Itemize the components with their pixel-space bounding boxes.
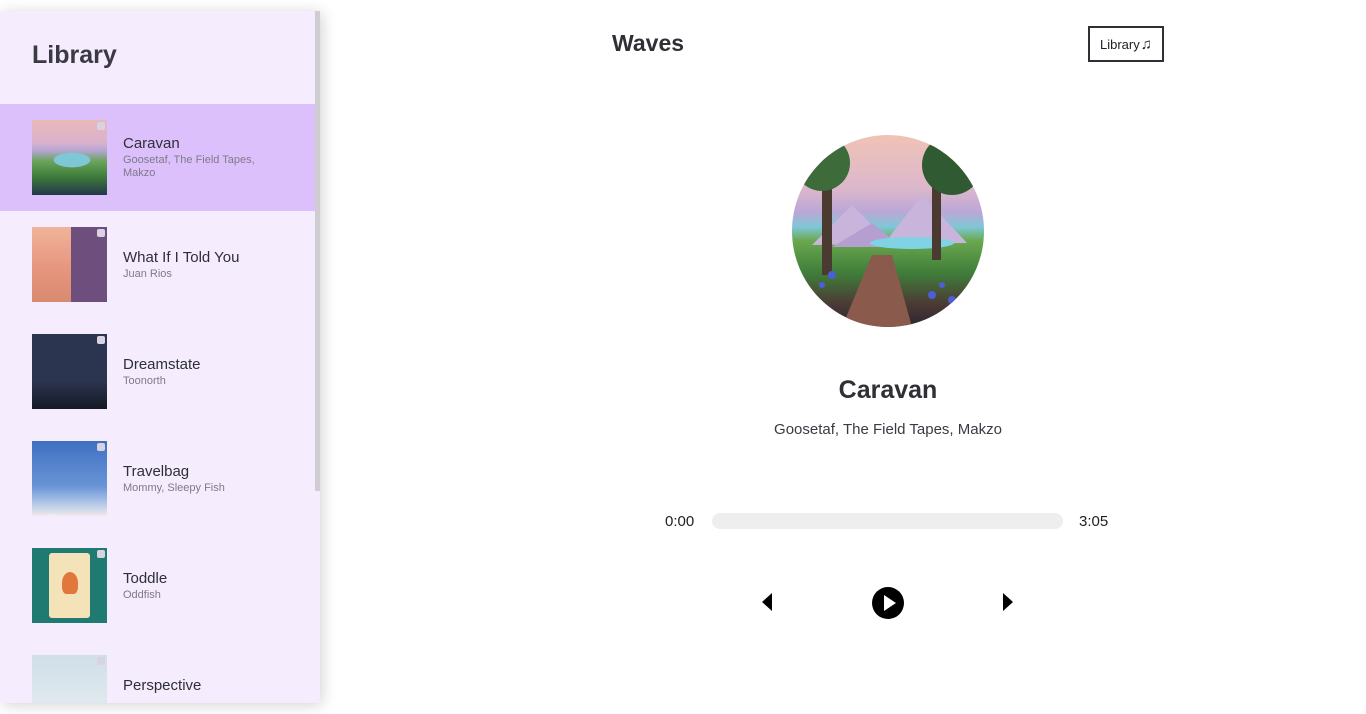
skip-back-button[interactable] [760,592,774,612]
now-playing-title: Caravan [838,376,938,404]
song-artist: Goosetaf, The Field Tapes, Makzo [123,154,255,179]
skip-forward-button[interactable] [1001,592,1015,612]
song-cover-image [32,548,107,623]
prev-icon [762,593,772,611]
next-icon [1003,593,1013,611]
music-note-icon: ♫ [1140,35,1152,53]
now-playing-artist: Goosetaf, The Field Tapes, Makzo [774,421,1002,438]
library-song-toddle[interactable]: Toddle Oddfish [0,532,315,639]
duration-time: 3:05 [1079,513,1109,530]
library-song-travelbag[interactable]: Travelbag Mommy, Sleepy Fish [0,425,315,532]
library-song-dreamstate[interactable]: Dreamstate Toonorth [0,318,315,425]
library-panel: Library Caravan Goosetaf, The Field Tape… [0,11,320,703]
song-cover-image [32,227,107,302]
song-name: Travelbag [123,462,190,480]
song-artist: Oddfish [123,588,161,601]
library-title: Library [32,41,117,69]
current-time: 0:00 [665,513,695,530]
now-playing-album-art [792,135,984,327]
library-song-caravan[interactable]: Caravan Goosetaf, The Field Tapes, Makzo [0,104,315,211]
seek-slider[interactable] [712,513,1063,529]
song-cover-image [32,441,107,516]
app-title: Waves [612,30,685,56]
play-button[interactable] [871,586,905,620]
song-name: What If I Told You [123,248,240,266]
play-icon [872,587,904,619]
song-name: Dreamstate [123,355,201,373]
library-song-what-if-i-told-you[interactable]: What If I Told You Juan Rios [0,211,315,318]
song-name: Perspective [123,677,202,694]
song-artist: Mommy, Sleepy Fish [123,481,225,494]
song-artist: Juan Rios [123,267,172,280]
song-cover-image [32,655,107,703]
song-name: Caravan [123,135,180,152]
library-button-label: Library [1100,36,1140,52]
library-toggle-button[interactable]: Library ♫ [1088,26,1164,62]
song-cover-image [32,120,107,195]
song-name: Toddle [123,569,168,587]
library-scrollbar[interactable] [315,11,320,491]
library-song-perspective[interactable]: Perspective [0,639,315,703]
